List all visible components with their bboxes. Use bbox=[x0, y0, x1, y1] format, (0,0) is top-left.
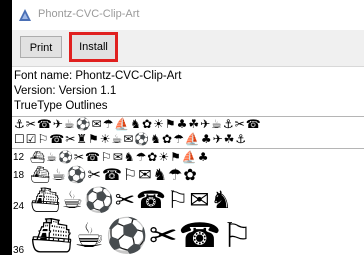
font-preview-pane[interactable]: Font name: Phontz-CVC-Clip-Art Version: … bbox=[12, 66, 364, 255]
glyph-row-size-12: 12 ⛴☕⚽✂☎⚐✉♞☂✿☀⚑⛵♣ bbox=[12, 149, 364, 165]
font-app-icon bbox=[19, 9, 31, 21]
font-version-line: Version: Version 1.1 bbox=[14, 85, 117, 97]
font-type-line: TrueType Outlines bbox=[14, 100, 108, 112]
glyph-sample: ⛴☕⚽✂☎⚐✉♞ bbox=[30, 186, 234, 214]
glyph-row-size-36: 36 ⛴☕⚽✂☎⚐ bbox=[12, 215, 364, 255]
glyph-sample: ⚓✂☎✈☕⚽✉☂⛵♞✿☀⚑♣☘✈☕⚓✂☎ bbox=[14, 117, 262, 131]
glyph-row-size-18: 18 ⛴☕⚽✂☎⚐✉♞☂✿ bbox=[12, 165, 364, 185]
install-button[interactable]: Install bbox=[69, 32, 118, 62]
glyph-sample: ☐☑⚐☎✂♜⚑☀☕✉⚽♞✿☂⛵♣✈☘⚓ bbox=[14, 132, 248, 146]
glyph-sample: ⛴☕⚽✂☎⚐✉♞☂✿ bbox=[30, 165, 198, 184]
glyph-row-charset-2: ☐☑⚐☎✂♜⚑☀☕✉⚽♞✿☂⛵♣✈☘⚓ bbox=[12, 132, 364, 147]
font-name-line: Font name: Phontz-CVC-Clip-Art bbox=[14, 70, 182, 82]
glyph-sample: ⛴☕⚽✂☎⚐✉♞☂✿☀⚑⛵♣ bbox=[30, 150, 210, 164]
size-label: 12 bbox=[13, 152, 25, 163]
toolbar: Print Install bbox=[12, 30, 364, 66]
size-label: 36 bbox=[13, 245, 25, 255]
font-viewer-window: Phontz-CVC-Clip-Art Print Install Font n… bbox=[12, 0, 364, 255]
glyph-sample: ⛴☕⚽✂☎⚐ bbox=[30, 216, 254, 255]
print-button[interactable]: Print bbox=[20, 36, 62, 58]
size-label: 18 bbox=[13, 170, 25, 181]
glyph-row-charset-1: ⚓✂☎✈☕⚽✉☂⛵♞✿☀⚑♣☘✈☕⚓✂☎ bbox=[12, 117, 364, 132]
size-label: 24 bbox=[13, 201, 25, 212]
title-bar: Phontz-CVC-Clip-Art bbox=[12, 0, 364, 30]
window-title: Phontz-CVC-Clip-Art bbox=[38, 8, 140, 20]
glyph-row-size-24: 24 ⛴☕⚽✂☎⚐✉♞ bbox=[12, 185, 364, 215]
